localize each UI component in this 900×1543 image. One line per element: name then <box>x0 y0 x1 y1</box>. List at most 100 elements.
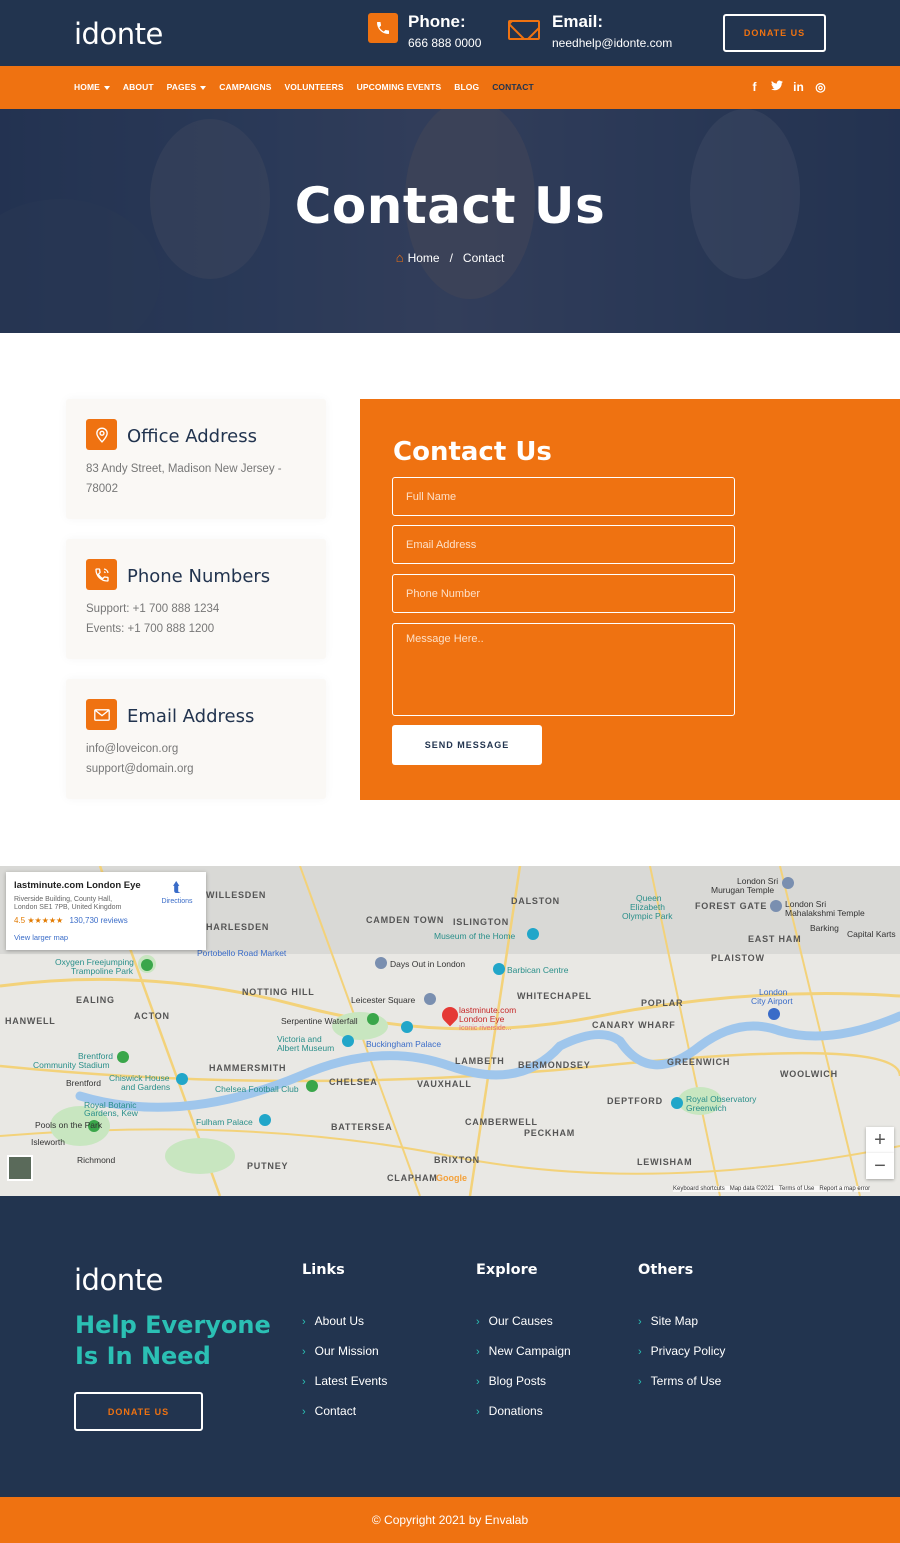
map-place: CAMBERWELL <box>465 1117 538 1127</box>
nav-volunteers[interactable]: VOLUNTEERS <box>285 82 344 92</box>
map-poi[interactable]: Pools on the Park <box>35 1120 102 1130</box>
footer-link[interactable]: › Donations <box>476 1404 543 1418</box>
donate-button[interactable]: DONATE US <box>723 14 826 52</box>
footer-logo[interactable]: idonte <box>74 1263 163 1297</box>
map-poi[interactable]: Fulham Palace <box>196 1117 253 1127</box>
map-poi[interactable]: Buckingham Palace <box>366 1039 441 1049</box>
map-poi[interactable]: Mahalakshmi Temple <box>785 908 865 918</box>
map-poi[interactable]: Days Out in London <box>390 959 465 969</box>
directions-button[interactable]: ⮬ Directions <box>157 880 197 905</box>
card-line[interactable]: info@loveicon.org <box>86 743 178 755</box>
chevron-right-icon: › <box>302 1346 306 1358</box>
map-poi[interactable]: Serpentine Waterfall <box>281 1016 358 1026</box>
map-place: BERMONDSEY <box>518 1060 591 1070</box>
map-poi[interactable]: Portobello Road Market <box>197 948 286 958</box>
satellite-toggle-icon[interactable] <box>7 1155 33 1181</box>
map-pin-icon <box>424 993 436 1005</box>
nav-campaigns[interactable]: CAMPAIGNS <box>219 82 271 92</box>
map-place: CHELSEA <box>329 1077 378 1087</box>
message-textarea[interactable] <box>392 623 735 716</box>
footer-link[interactable]: › New Campaign <box>476 1344 571 1358</box>
email-value[interactable]: needhelp@idonte.com <box>552 36 672 50</box>
nav-blog[interactable]: BLOG <box>454 82 479 92</box>
office-address-card: Office Address 83 Andy Street, Madison N… <box>66 399 326 519</box>
phone-input[interactable] <box>392 574 735 613</box>
footer-donate-button[interactable]: DONATE US <box>74 1392 203 1431</box>
footer-link[interactable]: › Terms of Use <box>638 1374 721 1388</box>
email-input[interactable] <box>392 525 735 564</box>
zoom-in-button[interactable]: + <box>866 1127 894 1153</box>
map-poi[interactable]: and Gardens <box>121 1082 170 1092</box>
footer-link[interactable]: › Contact <box>302 1404 356 1418</box>
map-place: ISLINGTON <box>453 917 510 927</box>
map-poi[interactable]: Museum of the Home <box>434 931 515 941</box>
map-poi[interactable]: Albert Museum <box>277 1043 334 1053</box>
map-poi[interactable]: Capital Karts <box>847 929 896 939</box>
map-card-address: London SE1 7PB, United Kingdom <box>14 904 122 911</box>
map-poi[interactable]: Trampoline Park <box>71 966 133 976</box>
twitter-icon[interactable] <box>770 80 783 94</box>
nav-home[interactable]: HOME <box>74 82 110 92</box>
map-place: LEWISHAM <box>637 1157 693 1167</box>
map-poi[interactable]: Olympic Park <box>622 911 673 921</box>
page-hero: Contact Us ⌂ Home / Contact <box>0 109 900 333</box>
footer-link[interactable]: › Site Map <box>638 1314 698 1328</box>
phone-numbers-card: Phone Numbers Support: +1 700 888 1234 E… <box>66 539 326 659</box>
map-pin-icon <box>782 877 794 889</box>
logo[interactable]: idonte <box>74 17 163 51</box>
phone-value[interactable]: 666 888 0000 <box>408 36 481 50</box>
chevron-right-icon: › <box>302 1376 306 1388</box>
zoom-out-button[interactable]: − <box>866 1153 894 1179</box>
map-poi[interactable]: Gardens, Kew <box>84 1108 138 1118</box>
card-line[interactable]: Events: +1 700 888 1200 <box>86 623 214 635</box>
map-poi[interactable]: Murugan Temple <box>711 885 774 895</box>
footer-link[interactable]: › Our Mission <box>302 1344 379 1358</box>
map-place: WHITECHAPEL <box>517 991 592 1001</box>
map-poi[interactable]: Chelsea Football Club <box>215 1084 299 1094</box>
map-place: HANWELL <box>5 1016 56 1026</box>
card-line[interactable]: support@domain.org <box>86 763 194 775</box>
chevron-right-icon: › <box>476 1406 480 1418</box>
map-place: BRIXTON <box>434 1155 480 1165</box>
map-pin-icon <box>117 1051 129 1063</box>
map-embed[interactable]: WILLESDEN HARLESDEN DALSTON ISLINGTON CA… <box>0 866 900 1196</box>
map-poi[interactable]: City Airport <box>751 996 793 1006</box>
map-place: CLAPHAM <box>387 1173 438 1183</box>
home-icon: ⌂ <box>395 250 404 265</box>
map-place: DEPTFORD <box>607 1096 663 1106</box>
reviews-link[interactable]: 130,730 reviews <box>69 916 127 925</box>
footer-link[interactable]: › About Us <box>302 1314 364 1328</box>
map-place: ACTON <box>134 1011 170 1021</box>
card-title: Office Address <box>127 426 257 447</box>
footer-link[interactable]: › Our Causes <box>476 1314 553 1328</box>
map-poi[interactable]: Greenwich <box>686 1103 727 1113</box>
footer-explore-title: Explore <box>476 1262 538 1278</box>
card-line[interactable]: Support: +1 700 888 1234 <box>86 603 219 615</box>
full-name-input[interactable] <box>392 477 735 516</box>
map-attribution[interactable]: Keyboard shortcuts Map data ©2021 Terms … <box>673 1186 871 1192</box>
nav-contact[interactable]: CONTACT <box>492 82 534 92</box>
nav-upcoming-events[interactable]: UPCOMING EVENTS <box>357 82 442 92</box>
footer-link[interactable]: › Privacy Policy <box>638 1344 725 1358</box>
marker-label: lastminute.com London Eye Iconic riversi… <box>459 1005 517 1033</box>
nav-pages[interactable]: PAGES <box>167 82 207 92</box>
breadcrumb-home[interactable]: Home <box>408 251 440 265</box>
map-place: EAST HAM <box>748 934 802 944</box>
send-message-button[interactable]: SEND MESSAGE <box>392 725 542 765</box>
chevron-right-icon: › <box>476 1316 480 1328</box>
map-poi[interactable]: Leicester Square <box>351 995 415 1005</box>
facebook-icon[interactable]: f <box>748 80 761 94</box>
map-poi[interactable]: Barbican Centre <box>507 965 568 975</box>
footer-link[interactable]: › Latest Events <box>302 1374 387 1388</box>
instagram-icon[interactable]: ◎ <box>814 80 827 94</box>
view-larger-map-link[interactable]: View larger map <box>14 933 68 942</box>
map-pin-icon <box>141 959 153 971</box>
email-address-card: Email Address info@loveicon.org support@… <box>66 679 326 799</box>
envelope-icon <box>86 699 117 730</box>
map-poi[interactable]: Community Stadium <box>33 1060 110 1070</box>
logo-text: idonte <box>74 17 163 51</box>
nav-about[interactable]: ABOUT <box>123 82 154 92</box>
footer-link[interactable]: › Blog Posts <box>476 1374 546 1388</box>
linkedin-icon[interactable]: in <box>792 80 805 94</box>
copyright-bar: © Copyright 2021 by Envalab <box>0 1497 900 1543</box>
